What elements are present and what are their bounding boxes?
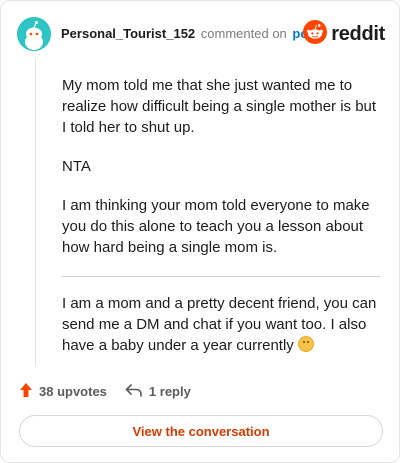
username-link[interactable]: Personal_Tourist_152: [61, 26, 195, 41]
comment-actions: 38 upvotes 1 reply: [19, 381, 191, 401]
snoo-avatar-icon[interactable]: [17, 17, 51, 51]
comment-paragraph: I am thinking your mom told everyone to …: [62, 197, 370, 256]
comment-paragraph: My mom told me that she just wanted me t…: [62, 77, 377, 136]
reddit-logo-icon: [303, 19, 328, 49]
comment-header: Personal_Tourist_152 commented on post r…: [17, 17, 385, 51]
reply-button[interactable]: 1 reply: [125, 382, 191, 401]
comment-paragraph-final: I am a mom and a pretty decent friend, y…: [62, 293, 380, 356]
reddit-wordmark: reddit: [331, 22, 385, 45]
upvote-arrow-icon: [19, 382, 33, 401]
commented-on-label: commented on: [200, 26, 287, 41]
view-conversation-button[interactable]: View the conversation: [19, 415, 383, 447]
comment-meta: Personal_Tourist_152 commented on post: [61, 26, 320, 41]
comment-body: My mom told me that she just wanted me t…: [62, 75, 380, 374]
reply-count: 1 reply: [148, 383, 191, 399]
upvote-count: 38 upvotes: [39, 383, 107, 399]
reddit-brand[interactable]: reddit: [303, 19, 385, 49]
upvote-button[interactable]: 38 upvotes: [19, 382, 107, 401]
quote-divider: [62, 276, 380, 277]
blush-emoji-icon: [297, 336, 314, 352]
comment-final-text: I am a mom and a pretty decent friend, y…: [62, 295, 377, 354]
thread-line: [35, 59, 36, 365]
reply-arrow-icon: [125, 382, 143, 401]
comment-card: Personal_Tourist_152 commented on post r…: [0, 0, 400, 463]
comment-paragraph: NTA: [62, 158, 91, 175]
